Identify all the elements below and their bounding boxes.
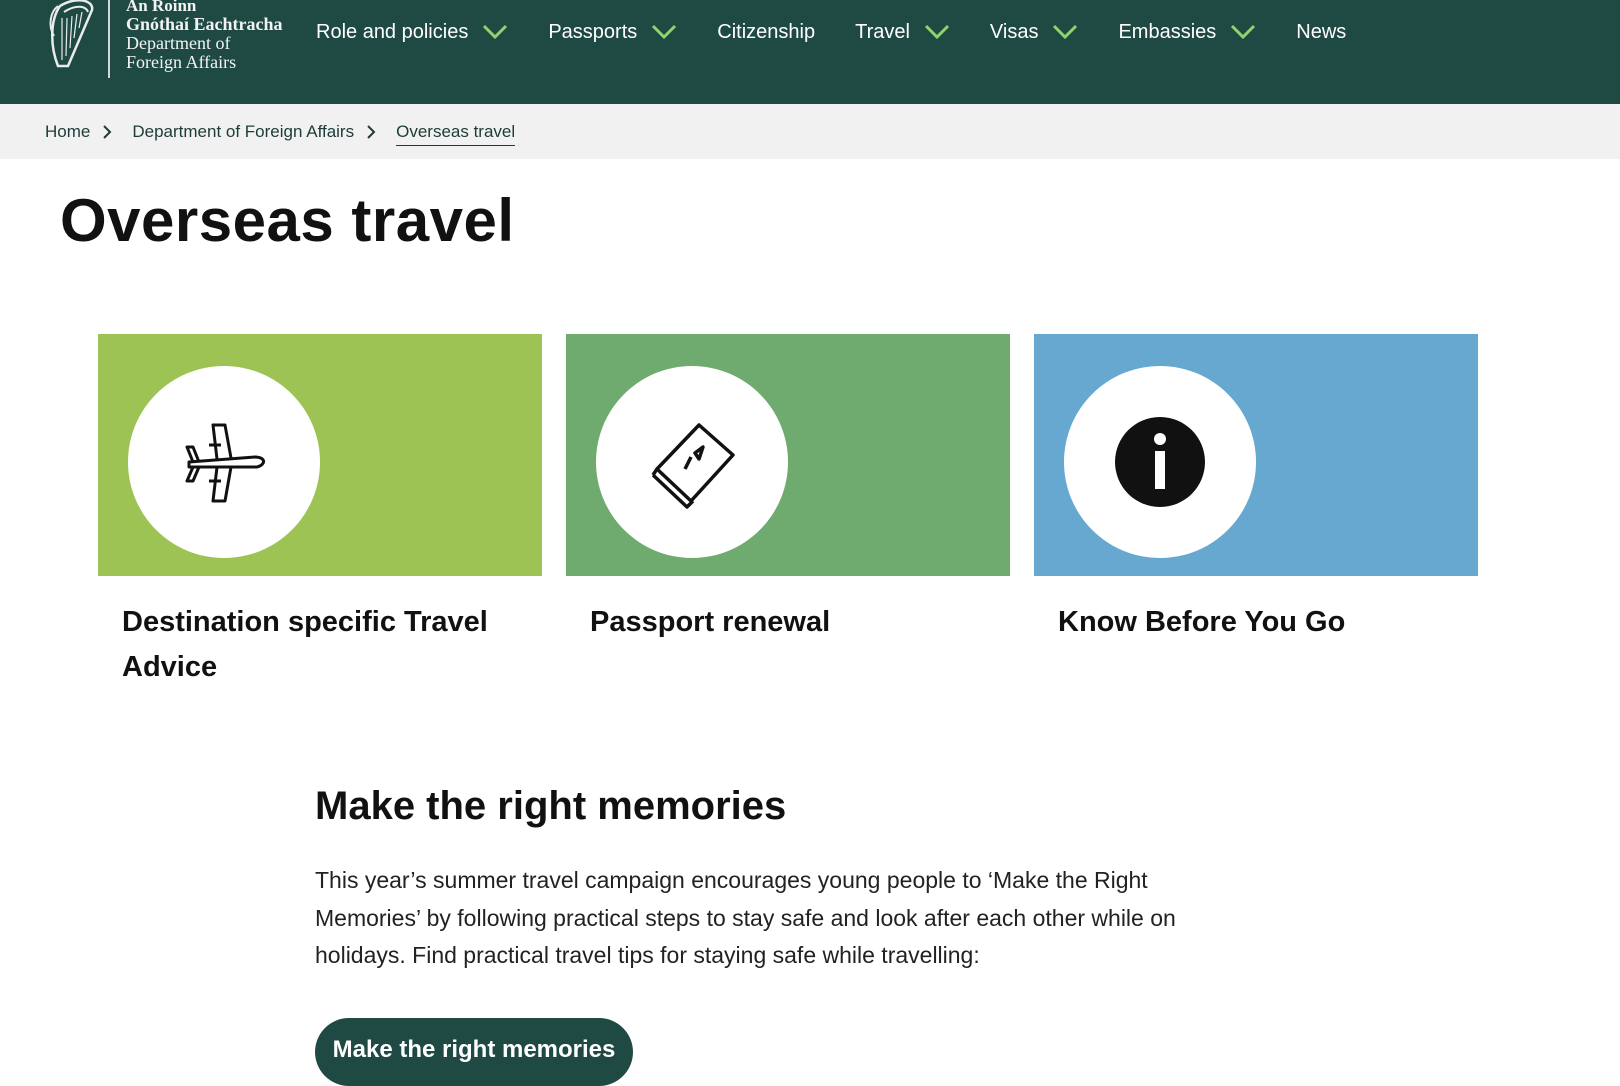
nav-label: Visas [989, 20, 1039, 43]
nav-item-visas[interactable]: Visas [990, 21, 1079, 44]
nav-item-passports[interactable]: Passports [548, 21, 677, 44]
section-heading: Make the right memories [315, 784, 787, 828]
icon-circle [596, 366, 788, 558]
logo-text: An Roinn Gnóthaí Eachtracha Department o… [126, 0, 296, 72]
chevron-down-icon [1231, 24, 1256, 40]
logo-line-english-1: Department of [126, 33, 231, 53]
icon-circle [1064, 366, 1256, 558]
nav-label: Embassies [1118, 20, 1217, 43]
airplane-icon [185, 423, 265, 503]
nav-item-citizenship[interactable]: Citizenship [717, 21, 815, 44]
card-banner [566, 334, 1010, 576]
breadcrumb-current[interactable]: Overseas travel [396, 122, 516, 146]
chevron-right-icon [103, 124, 112, 139]
site-header: An Roinn Gnóthaí Eachtracha Department o… [0, 0, 1620, 104]
nav-label: Role and policies [316, 20, 469, 43]
logo-line-english-2: Foreign Affairs [126, 52, 237, 72]
nav-item-news[interactable]: News [1296, 21, 1346, 44]
info-icon [1115, 417, 1205, 507]
nav-label: Passports [548, 20, 638, 43]
dfa-logo[interactable]: An Roinn Gnóthaí Eachtracha Department o… [46, 0, 286, 82]
breadcrumb: Home Department of Foreign Affairs Overs… [45, 104, 516, 159]
nav-label: News [1296, 20, 1347, 43]
chevron-down-icon [652, 24, 677, 40]
chevron-down-icon [1053, 24, 1078, 40]
nav-label: Citizenship [717, 20, 816, 43]
logo-line-irish-1: An Roinn [126, 0, 197, 15]
harp-icon [49, 0, 94, 68]
nav-item-travel[interactable]: Travel [855, 21, 950, 44]
icon-circle [128, 366, 320, 558]
nav-item-embassies[interactable]: Embassies [1118, 21, 1256, 44]
nav-item-role-and-policies[interactable]: Role and policies [316, 21, 508, 44]
card-title[interactable]: Destination specific Travel Advice [122, 600, 518, 690]
card-travel-advice[interactable]: Destination specific Travel Advice [98, 334, 542, 690]
card-passport-renewal[interactable]: Passport renewal [566, 334, 1010, 645]
passport-icon [651, 423, 735, 509]
logo-line-irish-2: Gnóthaí Eachtracha [126, 14, 283, 34]
breadcrumb-home[interactable]: Home [45, 122, 90, 142]
card-banner [1034, 334, 1478, 576]
breadcrumb-bar: Home Department of Foreign Affairs Overs… [0, 104, 1620, 159]
nav-label: Travel [855, 20, 910, 43]
chevron-right-icon [367, 124, 376, 139]
main-nav: Role and policies Passports Citizenship … [316, 0, 1386, 64]
card-banner [98, 334, 542, 576]
breadcrumb-dfa[interactable]: Department of Foreign Affairs [132, 122, 354, 142]
section-body: This year’s summer travel campaign encou… [315, 867, 1176, 968]
card-title[interactable]: Know Before You Go [1058, 600, 1454, 645]
card-title[interactable]: Passport renewal [590, 600, 986, 645]
logo-divider [108, 0, 110, 78]
card-know-before-you-go[interactable]: Know Before You Go [1034, 334, 1478, 645]
chevron-down-icon [483, 24, 508, 40]
chevron-down-icon [924, 24, 949, 40]
page-title: Overseas travel [60, 187, 515, 254]
make-the-right-memories-button[interactable]: Make the right memories [315, 1018, 633, 1086]
